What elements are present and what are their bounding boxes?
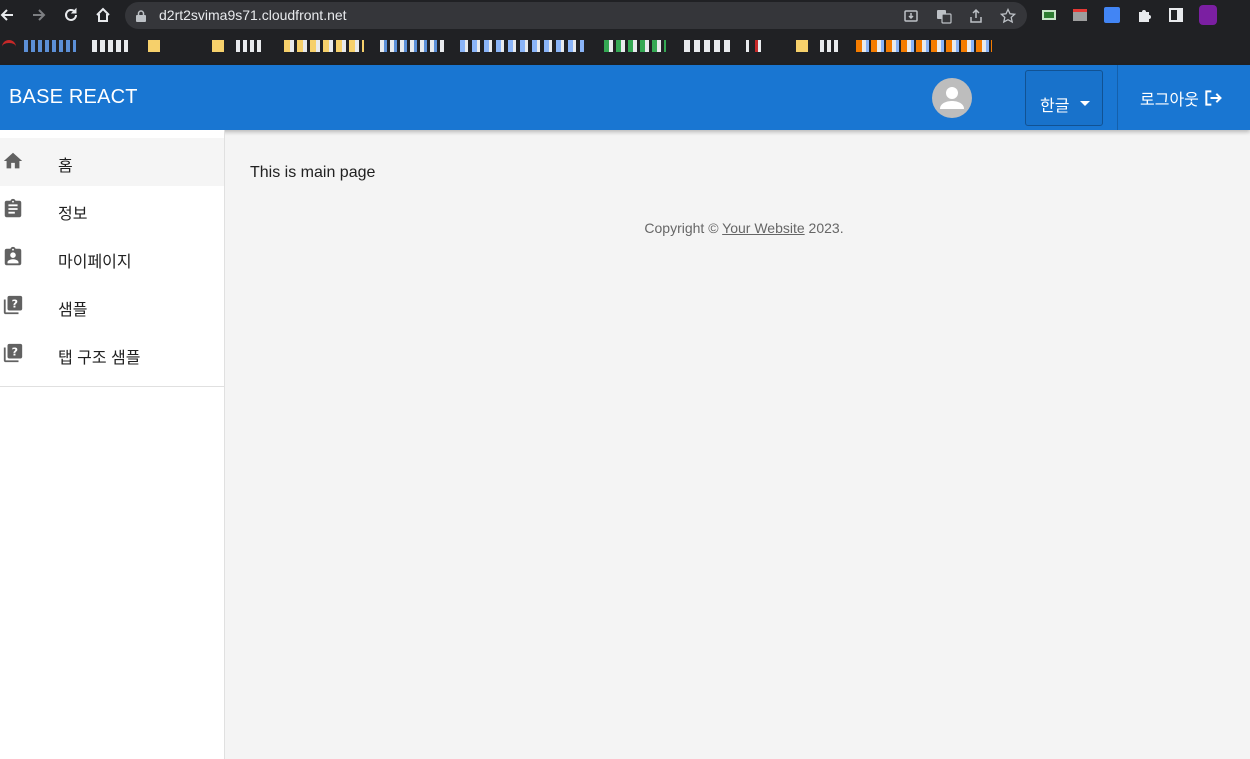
logout-button[interactable]: 로그아웃 xyxy=(1140,86,1223,110)
caret-down-icon xyxy=(1080,101,1090,106)
bookmark-item[interactable] xyxy=(284,40,364,52)
sidebar-item-label: 홈 xyxy=(58,158,73,175)
bookmark-favicon[interactable] xyxy=(2,40,16,52)
bookmark-item[interactable] xyxy=(856,40,992,52)
extension-printer-icon[interactable] xyxy=(1071,6,1089,24)
browser-toolbar: d2rt2svima9s71.cloudfront.net xyxy=(0,0,1250,31)
bookmark-item[interactable] xyxy=(684,40,730,52)
sidebar-menu: 홈 정보 마이페이지 ? 샘플 ? 탭 구조 샘플 xyxy=(0,138,224,378)
library-question-icon: ? xyxy=(3,295,23,315)
sidebar-item-sample[interactable]: ? 샘플 xyxy=(0,282,224,330)
svg-text:?: ? xyxy=(12,345,18,358)
lock-icon xyxy=(136,9,146,27)
share-icon[interactable] xyxy=(967,7,985,25)
extensions-puzzle-icon[interactable] xyxy=(1135,6,1153,24)
sidebar-item-label: 마이페이지 xyxy=(58,254,132,271)
bookmark-item[interactable] xyxy=(820,40,840,52)
sidebar-divider xyxy=(0,386,224,387)
side-panel-icon[interactable] xyxy=(1167,6,1185,24)
language-label: 한글 xyxy=(1040,98,1070,115)
reload-icon[interactable] xyxy=(60,4,82,26)
website-link[interactable]: Your Website xyxy=(722,220,805,236)
app-bar: BASE REACT 한글 로그아웃 xyxy=(0,65,1250,130)
sidebar-item-label: 샘플 xyxy=(58,302,88,319)
copyright: Copyright © Your Website 2023. xyxy=(0,220,1250,236)
sidebar-item-home[interactable]: 홈 xyxy=(0,138,224,186)
app-title: BASE REACT xyxy=(9,86,138,108)
bookmark-item[interactable] xyxy=(746,40,764,52)
bookmark-folder-icon[interactable] xyxy=(148,40,160,52)
back-icon[interactable] xyxy=(0,4,18,26)
bookmark-item[interactable] xyxy=(380,40,444,52)
bookmark-star-icon[interactable] xyxy=(999,7,1017,25)
copyright-suffix: 2023. xyxy=(804,220,844,236)
assignment-icon xyxy=(4,198,22,218)
translate-icon[interactable] xyxy=(935,7,953,25)
google-translate-icon[interactable] xyxy=(1103,6,1121,24)
bookmark-folder-icon[interactable] xyxy=(212,40,224,52)
appbar-divider xyxy=(1117,65,1118,130)
bookmark-item[interactable] xyxy=(460,40,584,52)
browser-chrome: d2rt2svima9s71.cloudfront.net xyxy=(0,0,1250,65)
bookmark-item[interactable] xyxy=(24,40,76,52)
svg-text:?: ? xyxy=(12,297,18,310)
bookmark-item[interactable] xyxy=(604,40,666,52)
copyright-prefix: Copyright © xyxy=(644,220,723,236)
bookmark-item[interactable] xyxy=(236,40,264,52)
avatar[interactable] xyxy=(932,78,972,118)
logout-icon xyxy=(1205,90,1222,106)
main-message: This is main page xyxy=(250,164,376,181)
person-icon xyxy=(940,87,964,109)
home-browser-icon[interactable] xyxy=(92,4,114,26)
bookmarks-bar xyxy=(0,31,1250,65)
forward-icon[interactable] xyxy=(28,4,50,26)
bookmark-item[interactable] xyxy=(92,40,128,52)
assignment-ind-icon xyxy=(4,246,22,266)
extension-green-icon[interactable] xyxy=(1040,6,1058,24)
address-bar[interactable]: d2rt2svima9s71.cloudfront.net xyxy=(125,2,1027,29)
logout-label: 로그아웃 xyxy=(1140,92,1199,109)
address-url: d2rt2svima9s71.cloudfront.net xyxy=(159,7,347,23)
bookmark-folder-icon[interactable] xyxy=(796,40,808,52)
language-select[interactable]: 한글 xyxy=(1025,70,1103,126)
sidebar-item-label: 탭 구조 샘플 xyxy=(58,350,141,367)
sidebar-item-mypage[interactable]: 마이페이지 xyxy=(0,234,224,282)
profile-icon[interactable] xyxy=(1199,5,1217,25)
home-icon xyxy=(3,152,23,169)
library-question-icon: ? xyxy=(3,343,23,363)
sidebar-item-tab-sample[interactable]: ? 탭 구조 샘플 xyxy=(0,330,224,378)
install-icon[interactable] xyxy=(902,7,920,25)
